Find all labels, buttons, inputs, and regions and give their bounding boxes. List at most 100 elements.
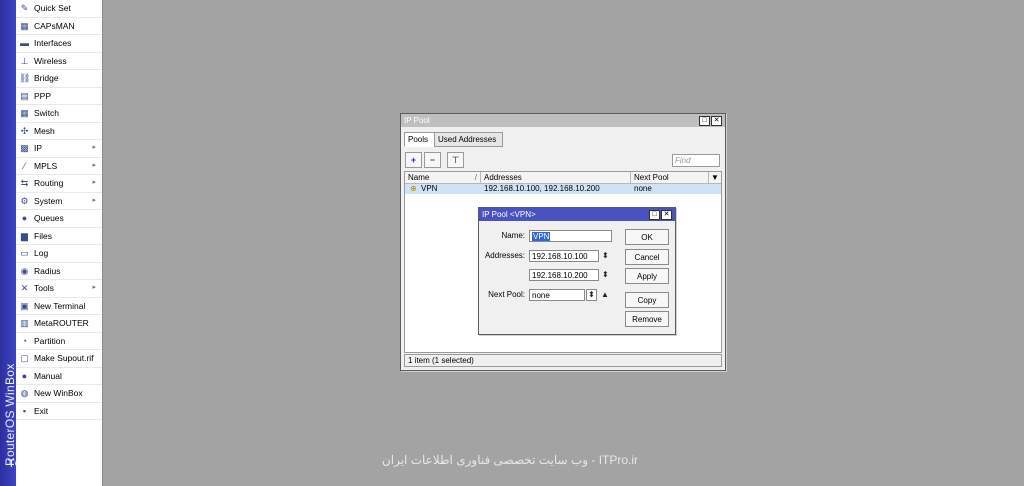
sidebar-item-queues[interactable]: ● Queues: [16, 210, 102, 228]
watermark-itpro: ITPro.ir - وب سایت تخصصی فناوری اطلاعات …: [381, 453, 639, 467]
vpn-dialog-titlebar[interactable]: IP Pool <VPN>: [479, 208, 675, 221]
radius-icon: ◉: [20, 265, 29, 276]
sidebar-item-label: MetaROUTER: [34, 318, 89, 328]
sidebar-item-bridge[interactable]: ⛓ Bridge: [16, 70, 102, 88]
switch-icon: ▦: [20, 108, 29, 118]
sidebar-item-switch[interactable]: ▦ Switch: [16, 105, 102, 123]
column-menu-icon[interactable]: ▼: [709, 172, 721, 183]
terminal-icon: ▣: [20, 300, 29, 311]
sidebar-item-label: Radius: [34, 265, 61, 276]
sidebar-item-partition[interactable]: ◔ Partition: [16, 333, 102, 350]
submenu-arrow-icon: ▸: [92, 179, 96, 186]
sidebar-item-exit[interactable]: ▪ Exit: [16, 403, 102, 420]
addresses-label: Addresses:: [484, 251, 525, 260]
sidebar-item-label: New Terminal: [34, 300, 86, 311]
next-pool-select[interactable]: none: [529, 289, 585, 301]
sidebar-item-mpls[interactable]: ⁄ MPLS ▸: [16, 158, 102, 175]
address-field-1[interactable]: 192.168.10.100: [529, 250, 599, 262]
spin-arrows-icon[interactable]: ⬍: [602, 250, 609, 262]
sidebar-item-log[interactable]: ▭ Log: [16, 245, 102, 263]
sidebar-item-tools[interactable]: ✕ Tools ▸: [16, 280, 102, 298]
system-icon: ⚙: [20, 195, 29, 206]
cancel-button[interactable]: Cancel: [625, 249, 669, 265]
filter-icon[interactable]: ⊤: [447, 152, 464, 168]
tab-pools[interactable]: Pools: [404, 132, 437, 147]
ip-icon: ▩: [20, 143, 29, 153]
sidebar-item-capsman[interactable]: ▦ CAPsMAN: [16, 18, 102, 35]
sidebar-item-label: CAPsMAN: [34, 20, 75, 31]
sidebar-item-label: Bridge: [34, 73, 59, 83]
sidebar-item-manual[interactable]: ● Manual: [16, 368, 102, 385]
column-name[interactable]: Name /: [405, 172, 481, 183]
tab-used-addresses[interactable]: Used Addresses: [434, 132, 503, 147]
metarouter-icon: ▥: [20, 318, 29, 328]
sidebar-item-label: MPLS: [34, 160, 58, 171]
next-pool-label: Next Pool:: [488, 290, 525, 299]
submenu-arrow-icon: ▸: [92, 161, 96, 169]
row-addresses: 192.168.10.100, 192.168.10.200: [484, 184, 600, 193]
column-next-pool[interactable]: Next Pool: [631, 172, 709, 183]
ip-pool-titlebar[interactable]: IP Pool: [401, 114, 725, 127]
name-value: VPN: [532, 232, 551, 241]
sidebar-item-label: IP: [34, 143, 43, 153]
collapse-arrow-icon[interactable]: ▲: [601, 289, 609, 301]
sidebar-item-ppp[interactable]: ▤ PPP: [16, 88, 102, 105]
copy-button[interactable]: Copy: [625, 292, 669, 308]
name-field[interactable]: VPN: [529, 230, 612, 242]
sidebar-item-label: Quick Set: [34, 3, 71, 13]
sidebar-menu: ✎ Quick Set ▦ CAPsMAN ▬ Interfaces ⊥ Wireless ⛓ B…: [16, 0, 103, 486]
find-input[interactable]: Find: [672, 154, 720, 167]
table-header: Name / Addresses Next Pool ▼: [405, 172, 721, 184]
row-next-pool: none: [634, 184, 652, 193]
sidebar-item-make-supout-rif[interactable]: ▢ Make Supout.rif: [16, 350, 102, 368]
sidebar-item-quick-set[interactable]: ✎ Quick Set: [16, 0, 102, 18]
quick-set-icon: ✎: [20, 3, 29, 13]
sidebar-item-routing[interactable]: ⇆ Routing ▸: [16, 175, 102, 193]
close-icon[interactable]: ✕: [711, 116, 722, 126]
sidebar-item-mesh[interactable]: ✣ Mesh: [16, 123, 102, 140]
maximize-icon[interactable]: □: [649, 210, 660, 220]
dropdown-icon[interactable]: ⬍: [586, 289, 597, 301]
ip-pool-title: IP Pool: [404, 116, 430, 125]
status-bar: 1 item (1 selected): [404, 354, 722, 367]
watermark-tosinso: TOSINSO.COM: [8, 458, 89, 470]
submenu-arrow-icon: ▸: [92, 284, 96, 291]
address-field-2[interactable]: 192.168.10.200: [529, 269, 599, 281]
sidebar-item-interfaces[interactable]: ▬ Interfaces: [16, 35, 102, 53]
column-addresses[interactable]: Addresses: [481, 172, 631, 183]
remove-icon[interactable]: −: [424, 152, 441, 168]
sidebar-item-label: Files: [34, 230, 52, 241]
sidebar-item-system[interactable]: ⚙ System ▸: [16, 193, 102, 210]
table-row[interactable]: ⊕ VPN 192.168.10.100, 192.168.10.200 non…: [405, 184, 721, 194]
vpn-dialog-title: IP Pool <VPN>: [482, 210, 536, 219]
bridge-icon: ⛓: [19, 73, 31, 83]
sidebar-item-label: Interfaces: [34, 38, 72, 48]
sidebar-item-label: Mesh: [34, 125, 55, 136]
sidebar-item-files[interactable]: ▆ Files: [16, 228, 102, 245]
sidebar-item-radius[interactable]: ◉ Radius: [16, 263, 102, 280]
sort-indicator: /: [474, 173, 477, 182]
sidebar-item-ip[interactable]: ▩ IP ▸: [16, 140, 102, 158]
sidebar-item-label: Queues: [34, 213, 64, 223]
winbox-icon: ◍: [20, 388, 29, 398]
sidebar-item-metarouter[interactable]: ▥ MetaROUTER: [16, 315, 102, 333]
partition-icon: ◔: [21, 335, 28, 346]
sidebar-item-wireless[interactable]: ⊥ Wireless: [16, 53, 102, 70]
sidebar-item-new-terminal[interactable]: ▣ New Terminal: [16, 298, 102, 315]
sidebar-item-label: Make Supout.rif: [34, 353, 94, 363]
sidebar-item-label: Wireless: [34, 55, 67, 66]
maximize-icon[interactable]: □: [699, 116, 710, 126]
sidebar-item-new-winbox[interactable]: ◍ New WinBox: [16, 385, 102, 403]
sidebar-item-label: Log: [34, 248, 49, 258]
close-icon[interactable]: ✕: [661, 210, 672, 220]
wireless-icon: ⊥: [20, 55, 29, 66]
remove-button[interactable]: Remove: [625, 311, 669, 327]
manual-icon: ●: [21, 370, 28, 381]
log-icon: ▭: [20, 248, 29, 258]
spin-arrows-icon[interactable]: ⬍: [602, 269, 609, 281]
submenu-arrow-icon: ▸: [92, 196, 96, 204]
apply-button[interactable]: Apply: [625, 268, 669, 284]
sidebar-item-label: Exit: [34, 405, 49, 416]
add-icon[interactable]: +: [405, 152, 422, 168]
ok-button[interactable]: OK: [625, 229, 669, 245]
